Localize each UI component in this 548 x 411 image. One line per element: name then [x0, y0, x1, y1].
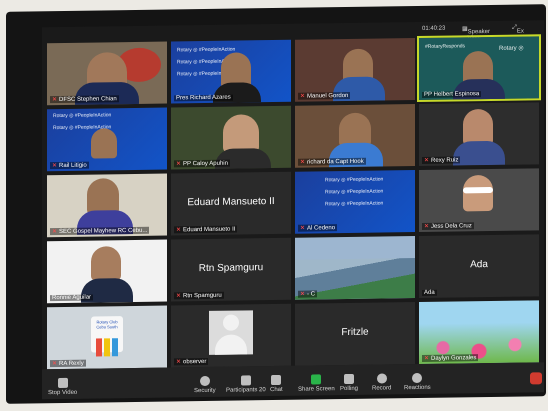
participant-tile[interactable]: Rotary ◎ #PeopleInAction Rotary ◎ #Peopl… [47, 107, 167, 172]
muted-mic-icon: ✕ [300, 291, 306, 298]
participant-tile[interactable]: Eduard Mansueto II ✕ Eduard Mansueto II [171, 171, 291, 236]
participant-tile[interactable]: Rtn Spamguru ✕ Rtn Spamguru [171, 237, 291, 302]
participant-name: ✕ SEC Gospel Mayhew RC Cebu... [50, 226, 150, 236]
participant-name: ✕ Rtn Spamguru [174, 291, 224, 300]
participant-name: ✕ Rail Litigio [50, 161, 89, 170]
reactions-button[interactable]: Reactions [404, 372, 431, 391]
participant-count: 20 [259, 387, 266, 394]
stop-video-button[interactable]: Stop Video [48, 377, 77, 396]
participant-name: ✕ Manuel Gordon [298, 91, 351, 100]
share-arrow-icon [311, 374, 322, 385]
rotary-club-logo: Rotary Club Cebu South [91, 316, 123, 357]
participant-video [463, 108, 493, 146]
muted-mic-icon: ✕ [176, 293, 182, 300]
participant-tile[interactable]: ✕ DFSC Stephen Chian [47, 41, 167, 106]
participant-tile[interactable]: Rotary ◎ #PeopleInAction Rotary ◎ #Peopl… [295, 170, 415, 234]
people-icon [240, 375, 251, 386]
participant-name: ✕ PP Caloy Apuhin [174, 159, 230, 168]
smiley-icon [412, 372, 423, 384]
participant-tile[interactable]: Ronnie Aguilar [47, 239, 167, 304]
muted-mic-icon: ✕ [52, 97, 58, 104]
chat-button[interactable]: Chat [270, 374, 283, 393]
bar-chart-icon [344, 373, 354, 385]
speaker-view-button[interactable]: ▦ Speaker View [462, 25, 490, 41]
participant-tile[interactable]: ✕ observer [171, 303, 291, 368]
participant-tile[interactable]: Rotary ◎ #PeopleInAction Rotary ◎ #Peopl… [171, 39, 291, 104]
participant-name: ✕ Al Cedeno [298, 224, 338, 232]
participant-name: ✕ observer [174, 357, 209, 366]
participant-name: ✕ RA Rexly [50, 359, 86, 368]
participant-name-display: Fritzle [341, 326, 369, 339]
participant-name-display: Eduard Mansueto II [187, 196, 275, 209]
muted-mic-icon: ✕ [176, 359, 182, 366]
participant-name: ✕ DFSC Stephen Chian [50, 95, 119, 104]
sunglasses [463, 186, 493, 194]
muted-mic-icon: ✕ [176, 227, 182, 234]
participant-name: PP Helbert Espinosa [422, 91, 482, 98]
participant-video [87, 178, 119, 215]
participant-name-display: Rtn Spamguru [198, 262, 264, 275]
participant-name: Ronnie Aguilar [50, 294, 94, 302]
participant-name: ✕ Jess Dela Cruz [422, 222, 474, 230]
muted-mic-icon: ✕ [176, 161, 182, 168]
participant-name: Pres Richard Azares [174, 94, 233, 102]
polling-button[interactable]: Polling [340, 373, 358, 392]
share-screen-button[interactable]: Share Screen [298, 374, 335, 393]
muted-mic-icon: ✕ [424, 223, 430, 230]
participant-video [91, 128, 117, 159]
participant-name: ✕ Eduard Mansueto II [174, 225, 238, 234]
muted-mic-icon: ✕ [52, 163, 58, 170]
participant-name: ✕ - C [298, 290, 318, 298]
participant-name: ✕ Rexy Ruiz [422, 156, 461, 164]
participant-tile[interactable]: ✕ SEC Gospel Mayhew RC Cebu... [47, 173, 167, 238]
participant-name: Ada [422, 289, 437, 296]
muted-mic-icon: ✕ [300, 159, 306, 166]
muted-mic-icon: ✕ [424, 355, 430, 362]
participant-tile[interactable]: ✕ - C [295, 236, 415, 300]
exit-fullscreen-button[interactable]: ⤢ Ex [512, 25, 524, 35]
security-button[interactable]: Security [194, 375, 216, 394]
end-meeting-button[interactable] [530, 372, 542, 385]
participant-tile[interactable]: ✕ Rexy Ruiz [419, 102, 539, 167]
participants-button[interactable]: Participants 20 [226, 375, 266, 394]
shield-icon [199, 375, 210, 387]
participant-tile[interactable]: ✕ Jess Dela Cruz [419, 168, 539, 233]
record-button[interactable]: Record [372, 373, 391, 392]
video-camera-icon [57, 377, 68, 389]
gallery-grid: ✕ DFSC Stephen Chian Rotary ◎ #PeopleInAc… [47, 34, 542, 370]
muted-mic-icon: ✕ [300, 93, 306, 100]
meeting-toolbar: Stop Video Security Participants 20 Chat… [42, 362, 544, 400]
muted-mic-icon: ✕ [52, 229, 58, 236]
participant-tile[interactable]: Fritzle [295, 302, 415, 366]
zoom-window: 01:40:23 ▦ Speaker View ⤢ Ex ✕DFSC Steph… [42, 20, 544, 400]
participant-name: ✕ Daylyn Gonzales [422, 354, 479, 362]
participant-tile[interactable]: ✕ Daylyn Gonzales [419, 300, 539, 365]
participant-video [91, 246, 121, 281]
monitor-frame: 01:40:23 ▦ Speaker View ⤢ Ex ✕DFSC Steph… [6, 4, 546, 404]
participant-tile[interactable]: Rotary Club Cebu South ✕ RA Rexly [47, 305, 167, 370]
participant-tile[interactable]: ✕ richard da Capt Hook [295, 104, 415, 168]
participant-name: ✕ richard da Capt Hook [298, 157, 366, 166]
record-icon [376, 373, 387, 384]
participant-tile[interactable]: Ada Ada [419, 234, 539, 299]
participant-name-display: Ada [470, 259, 488, 271]
muted-mic-icon: ✕ [424, 157, 430, 164]
muted-mic-icon: ✕ [52, 361, 58, 368]
chat-bubble-icon [271, 374, 282, 386]
participant-video [223, 114, 259, 153]
participant-tile[interactable]: ✕ Manuel Gordon [295, 38, 415, 102]
participant-tile-active-speaker[interactable]: #RotaryResponds Rotary ◎ PP Helbert Espi… [417, 34, 541, 103]
participant-tile[interactable]: ✕ PP Caloy Apuhin [171, 105, 291, 170]
muted-mic-icon: ✕ [300, 225, 306, 232]
participant-shirt [453, 140, 505, 166]
meeting-timer: 01:40:23 [422, 25, 446, 32]
